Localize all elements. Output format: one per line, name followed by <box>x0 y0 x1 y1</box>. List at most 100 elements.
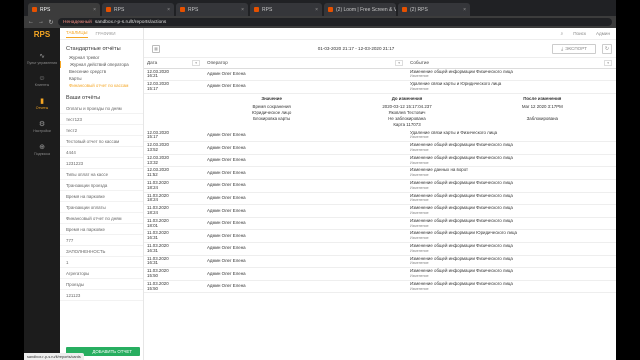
table-row[interactable]: 11.03.2020 16:31 Админ Олег Елена Изменение… <box>144 229 616 244</box>
close-icon[interactable]: × <box>93 7 96 13</box>
table-row[interactable]: 12.03.2020 16:21 Админ Олег Елена Изменение… <box>144 68 616 82</box>
table-row[interactable]: 11.03.2020 18:24 Админ Олег Елена Изменение… <box>144 179 616 193</box>
my-report-item[interactable]: 777 <box>60 235 143 246</box>
close-icon[interactable]: × <box>315 7 318 13</box>
standard-report-item[interactable]: Внесение средств <box>60 68 143 75</box>
close-icon[interactable]: × <box>241 7 244 13</box>
operator-value: Админ Олег Елена <box>207 258 246 264</box>
table-row[interactable]: 11.03.2020 15:50 Админ Олег Елена Изменение… <box>144 267 616 281</box>
browser-tab-label: RPS <box>188 6 199 13</box>
close-icon[interactable]: × <box>463 7 466 13</box>
event-type: Изменение <box>410 160 429 165</box>
rail-item[interactable]: ∿ Пульт управления <box>25 52 59 65</box>
standard-reports-list: Журнал тревог Журнал действий оператора Вн… <box>60 54 143 89</box>
app-body: RPS ∿ Пульт управления ☺ Клиенты ▮ Отчеты ⚙ Нас… <box>24 28 616 360</box>
header-event[interactable]: Событие ▾ <box>407 58 616 69</box>
search-icon[interactable]: ⌕ <box>561 31 564 36</box>
time-value: 18:24 <box>147 210 158 216</box>
filter-button[interactable]: ▾ <box>192 60 200 66</box>
table-row[interactable]: 12.03.2020 13:32 Админ Олег Елена Изменение… <box>144 154 616 168</box>
browser-tab[interactable]: RPS × <box>250 3 322 16</box>
table-row[interactable]: 11.03.2020 18:24 Админ Олег Елена Изменение… <box>144 204 616 218</box>
my-report-item[interactable]: Оплаты и проезды по дням <box>60 103 143 114</box>
operator-value: Админ Олег Елена <box>207 270 246 276</box>
filter-button[interactable]: ▾ <box>604 60 612 66</box>
cell-operator: Админ Олег Елена <box>204 229 407 244</box>
table-row[interactable]: 12.03.2020 15:17 Админ Олег Елена Удаление … <box>144 129 616 143</box>
user-menu[interactable]: Админ <box>596 31 610 36</box>
browser-tab[interactable]: RPS × <box>28 3 100 16</box>
table-row[interactable]: 11.03.2020 16:31 Админ Олег Елена Изменение… <box>144 255 616 269</box>
security-warning[interactable]: Ненадежный <box>63 20 92 25</box>
standard-report-item[interactable]: Журнал действий оператора <box>60 61 143 68</box>
refresh-button[interactable]: ↻ <box>602 43 612 54</box>
header-operator[interactable]: Оператор ▾ <box>204 58 407 69</box>
table-row[interactable]: 11.03.2020 18:24 Админ Олег Елена Изменение… <box>144 192 616 206</box>
favicon-icon <box>32 7 37 12</box>
my-report-item[interactable]: тест123 <box>60 114 143 125</box>
reload-icon[interactable]: ↻ <box>48 19 54 26</box>
my-report-item[interactable]: Время на парковке <box>60 224 143 235</box>
table-row[interactable]: 12.03.2020 11:52 Админ Олег Елена Изменение… <box>144 166 616 181</box>
event-type: Изменение <box>410 248 429 253</box>
my-report-item[interactable]: 1231223 <box>60 158 143 169</box>
table-row[interactable]: 11.03.2020 15:50 Админ Олег Елена Изменение… <box>144 280 616 294</box>
subscription-icon: ⊕ <box>39 144 45 151</box>
url-field[interactable]: Ненадежный sandbox.r-p-s.ru/lt/reports/a… <box>58 18 612 26</box>
browser-tab[interactable]: RPS × <box>102 3 174 16</box>
browser-tab[interactable]: (2) Loom | Free Screen & Vid...× <box>324 3 396 16</box>
my-report-item[interactable]: Время на парковке <box>60 191 143 202</box>
my-report-item[interactable]: ЗАПОЛНЕННОСТЬ <box>60 246 143 257</box>
forward-icon[interactable]: → <box>38 19 44 25</box>
browser-tab[interactable]: RPS × <box>176 3 248 16</box>
my-report-item[interactable]: Тестовый отчет по кассам <box>60 136 143 147</box>
rail-item-label: Подписка <box>34 152 50 156</box>
my-report-item[interactable]: Проезды <box>60 279 143 290</box>
favicon-icon <box>254 7 259 12</box>
tab-charts[interactable]: ГРАФИКИ <box>96 31 116 36</box>
time-value: 15:17 <box>147 134 158 140</box>
event-value: Изменение общей информации Физического л… <box>410 217 513 223</box>
operator-value: Админ Олег Елена <box>207 157 246 163</box>
search-label[interactable]: Поиск <box>573 31 586 36</box>
time-value: 16:31 <box>147 247 158 253</box>
tab-tables[interactable]: ТАБЛИЦЫ <box>66 30 88 38</box>
table-row[interactable]: 11.03.2020 18:01 Админ Олег Елена Изменение… <box>144 217 616 231</box>
cell-date: 12.03.2020 15:17 <box>144 129 204 143</box>
close-icon[interactable]: × <box>167 7 170 13</box>
my-report-item[interactable]: Транзакции проезда <box>60 180 143 191</box>
my-report-item[interactable]: Типы оплат на кассе <box>60 169 143 180</box>
nav-rail: RPS ∿ Пульт управления ☺ Клиенты ▮ Отчеты ⚙ Нас… <box>24 28 60 360</box>
my-report-item[interactable]: 1 <box>60 257 143 268</box>
table-row[interactable]: 11.03.2020 16:31 Админ Олег Елена Изменение… <box>144 242 616 256</box>
table-row[interactable]: 12.03.2020 15:17 Админ Олег Елена Удаление … <box>144 80 616 94</box>
browser-tab[interactable]: (2) RPS × <box>398 3 470 16</box>
standard-report-item[interactable]: Карты <box>60 75 143 82</box>
my-report-item[interactable]: 121123 <box>60 290 143 301</box>
calendar-icon[interactable]: ▦ <box>152 44 160 53</box>
rail-item[interactable]: ☺ Клиенты <box>25 75 59 87</box>
table-row[interactable]: 12.03.2020 13:52 Админ Олег Елена Изменение… <box>144 141 616 155</box>
standard-report-item[interactable]: Финансовый отчет по кассам <box>60 82 143 89</box>
cell-event: Изменение общей информации Физического л… <box>407 68 616 82</box>
cell-event: Изменение общей информации Физического л… <box>407 141 616 155</box>
export-button[interactable]: ⤓ ЭКСПОРТ <box>552 43 596 54</box>
my-report-item[interactable]: Финансовый отчет по дням <box>60 213 143 224</box>
date-range[interactable]: 01-03-2020 21:17 - 12-03-2020 21:17 <box>166 46 546 51</box>
event-value: Изменение общей информации Физического л… <box>410 68 513 74</box>
cell-operator: Админ Олег Елена <box>204 179 407 193</box>
my-report-item[interactable]: Агрегаторы <box>60 268 143 279</box>
back-icon[interactable]: ← <box>28 19 34 25</box>
header-date[interactable]: Дата ▾ <box>144 58 204 69</box>
my-report-item[interactable]: Транзакции оплаты <box>60 202 143 213</box>
my-report-item[interactable]: 4444 <box>60 147 143 158</box>
rail-item[interactable]: ⚙ Настройки <box>25 120 59 133</box>
rail-item[interactable]: ⊕ Подписка <box>25 143 59 156</box>
detail-value: Карта 117073 <box>393 121 421 127</box>
change-details: Значение До изменения После изменения Время… <box>144 94 616 130</box>
filter-button[interactable]: ▾ <box>395 60 403 66</box>
event-value: Изменение общей информации Юридического … <box>410 230 517 236</box>
rail-item[interactable]: ▮ Отчеты <box>25 97 59 110</box>
standard-report-item[interactable]: Журнал тревог <box>60 54 143 61</box>
my-report-item[interactable]: тест2 <box>60 125 143 136</box>
